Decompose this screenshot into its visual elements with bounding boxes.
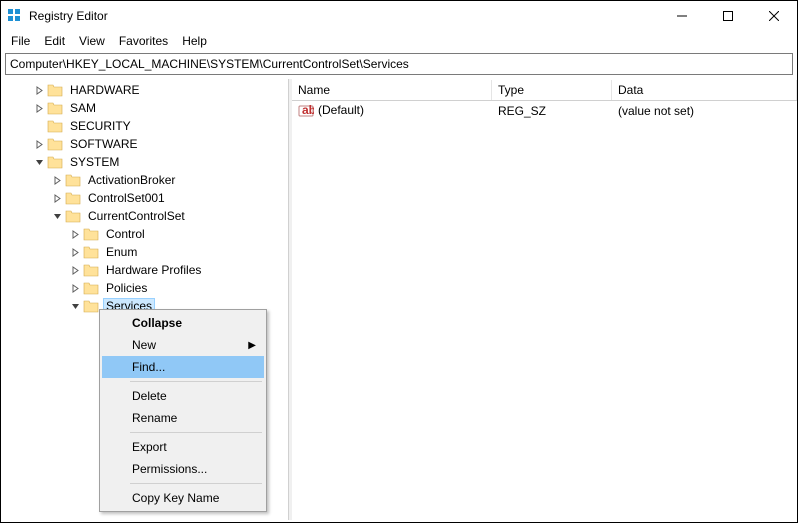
context-delete-label: Delete <box>132 389 167 403</box>
context-menu: Collapse New ▶ Find... Delete Rename Expo… <box>99 309 267 512</box>
context-rename-label: Rename <box>132 411 177 425</box>
tree-label: SECURITY <box>67 118 134 134</box>
context-find-label: Find... <box>132 360 165 374</box>
tree-label: Policies <box>103 280 150 296</box>
tree-row[interactable]: SECURITY <box>1 117 288 135</box>
app-icon <box>7 8 23 24</box>
column-name[interactable]: Name <box>292 80 492 100</box>
column-type[interactable]: Type <box>492 80 612 100</box>
tree-row[interactable]: ControlSet001 <box>1 189 288 207</box>
tree-row[interactable]: CurrentControlSet <box>1 207 288 225</box>
tree-label: HARDWARE <box>67 82 143 98</box>
context-permissions-label: Permissions... <box>132 462 207 476</box>
chevron-right-icon[interactable] <box>49 190 65 206</box>
title-bar: Registry Editor <box>1 1 797 31</box>
context-separator <box>130 432 262 433</box>
value-data: (value not set) <box>612 103 797 119</box>
close-button[interactable] <box>751 1 797 31</box>
svg-text:ab: ab <box>302 103 314 117</box>
tree-row[interactable]: Hardware Profiles <box>1 261 288 279</box>
string-value-icon: ab <box>298 103 314 119</box>
submenu-arrow-icon: ▶ <box>248 340 256 351</box>
chevron-right-icon[interactable] <box>67 280 83 296</box>
tree-label: Hardware Profiles <box>103 262 204 278</box>
column-data[interactable]: Data <box>612 80 797 100</box>
tree-label: SAM <box>67 100 99 116</box>
folder-icon <box>47 155 63 169</box>
tree-row[interactable]: SAM <box>1 99 288 117</box>
tree-label: ActivationBroker <box>85 172 178 188</box>
context-find[interactable]: Find... <box>102 356 264 378</box>
menu-file[interactable]: File <box>5 32 36 50</box>
folder-icon <box>47 83 63 97</box>
window-title: Registry Editor <box>29 9 108 23</box>
chevron-right-icon[interactable] <box>67 262 83 278</box>
tree-row[interactable]: Policies <box>1 279 288 297</box>
context-new-label: New <box>132 338 156 352</box>
folder-icon <box>47 101 63 115</box>
chevron-down-icon[interactable] <box>67 298 83 314</box>
address-bar[interactable]: Computer\HKEY_LOCAL_MACHINE\SYSTEM\Curre… <box>5 53 793 75</box>
value-name: (Default) <box>318 103 364 117</box>
tree-label: SYSTEM <box>67 154 122 170</box>
tree-row[interactable]: SOFTWARE <box>1 135 288 153</box>
context-new[interactable]: New ▶ <box>102 334 264 356</box>
context-export[interactable]: Export <box>102 436 264 458</box>
folder-icon <box>83 299 99 313</box>
folder-icon <box>65 173 81 187</box>
context-separator <box>130 483 262 484</box>
tree-label: ControlSet001 <box>85 190 168 206</box>
tree-label: CurrentControlSet <box>85 208 188 224</box>
context-copy-key-name[interactable]: Copy Key Name <box>102 487 264 509</box>
folder-icon <box>83 263 99 277</box>
chevron-right-icon[interactable] <box>67 226 83 242</box>
context-collapse-label: Collapse <box>132 316 182 330</box>
tree-row[interactable]: Control <box>1 225 288 243</box>
menu-bar: File Edit View Favorites Help <box>1 31 797 51</box>
list-pane[interactable]: Name Type Data ab (Default) REG_SZ (value… <box>292 79 797 520</box>
folder-icon <box>83 245 99 259</box>
context-delete[interactable]: Delete <box>102 385 264 407</box>
tree-row[interactable]: ActivationBroker <box>1 171 288 189</box>
context-rename[interactable]: Rename <box>102 407 264 429</box>
folder-icon <box>47 119 63 133</box>
tree-row[interactable]: HARDWARE <box>1 81 288 99</box>
value-type: REG_SZ <box>492 103 612 119</box>
context-copy-key-name-label: Copy Key Name <box>132 491 219 505</box>
minimize-button[interactable] <box>659 1 705 31</box>
menu-edit[interactable]: Edit <box>38 32 71 50</box>
context-separator <box>130 381 262 382</box>
chevron-right-icon[interactable] <box>31 136 47 152</box>
chevron-right-icon[interactable] <box>49 172 65 188</box>
menu-favorites[interactable]: Favorites <box>113 32 174 50</box>
context-collapse[interactable]: Collapse <box>102 312 264 334</box>
chevron-down-icon[interactable] <box>31 154 47 170</box>
chevron-right-icon[interactable] <box>31 100 47 116</box>
tree-label: Enum <box>103 244 140 260</box>
folder-icon <box>65 209 81 223</box>
tree-label: SOFTWARE <box>67 136 141 152</box>
context-export-label: Export <box>132 440 167 454</box>
tree-label: Control <box>103 226 148 242</box>
window-controls <box>659 1 797 31</box>
menu-help[interactable]: Help <box>176 32 213 50</box>
context-permissions[interactable]: Permissions... <box>102 458 264 480</box>
address-text: Computer\HKEY_LOCAL_MACHINE\SYSTEM\Curre… <box>10 57 409 71</box>
menu-view[interactable]: View <box>73 32 111 50</box>
maximize-button[interactable] <box>705 1 751 31</box>
tree-row[interactable]: Enum <box>1 243 288 261</box>
folder-icon <box>47 137 63 151</box>
chevron-right-icon[interactable] <box>31 82 47 98</box>
chevron-down-icon[interactable] <box>49 208 65 224</box>
value-name-cell: ab (Default) <box>292 102 492 120</box>
list-row[interactable]: ab (Default) REG_SZ (value not set) <box>292 101 797 119</box>
chevron-right-icon[interactable] <box>67 244 83 260</box>
tree-row[interactable]: SYSTEM <box>1 153 288 171</box>
folder-icon <box>83 281 99 295</box>
folder-icon <box>65 191 81 205</box>
list-header: Name Type Data <box>292 79 797 101</box>
folder-icon <box>83 227 99 241</box>
